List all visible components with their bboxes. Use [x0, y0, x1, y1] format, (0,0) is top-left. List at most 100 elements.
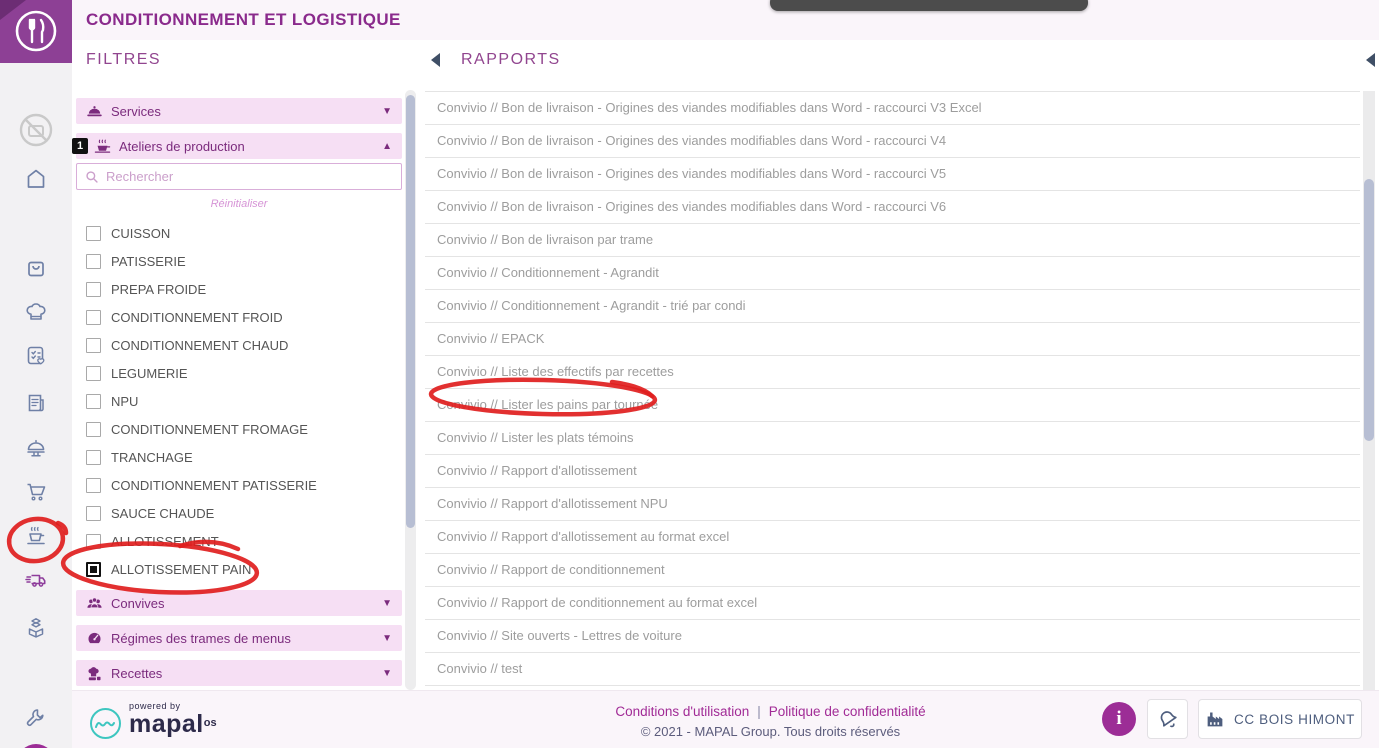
cloche-icon	[87, 105, 102, 116]
checkbox-label: LEGUMERIE	[111, 365, 188, 381]
checkbox-label: CONDITIONNEMENT FROMAGE	[111, 421, 308, 437]
checkbox-row[interactable]: PREPA FROIDE	[86, 275, 406, 303]
checkbox[interactable]	[86, 309, 101, 325]
hot-meal-icon[interactable]	[24, 524, 48, 548]
recipe-icon	[88, 666, 101, 680]
checkbox-row[interactable]: ALLOTISSEMENT	[86, 527, 406, 555]
report-item[interactable]: Convivio // Rapport de conditionnement a…	[425, 587, 1360, 620]
report-item[interactable]: Convivio // Bon de livraison - Origines …	[425, 158, 1360, 191]
package-icon[interactable]	[24, 616, 48, 640]
fork-knife-logo-icon	[15, 10, 57, 52]
checkbox[interactable]	[86, 393, 101, 409]
app-logo-icon[interactable]	[16, 743, 56, 748]
delivery-truck-icon[interactable]	[24, 568, 48, 592]
cloche-icon[interactable]	[24, 436, 48, 460]
reports-scrollbar-thumb[interactable]	[1364, 179, 1374, 441]
report-item[interactable]: Convivio // Bon de livraison - Origines …	[425, 125, 1360, 158]
report-item[interactable]: Convivio // Rapport d'allotissement	[425, 455, 1360, 488]
checkbox-label: CONDITIONNEMENT PATISSERIE	[111, 477, 317, 493]
copyright-text: © 2021 - MAPAL Group. Tous droits réserv…	[640, 724, 901, 739]
filter-group-recettes[interactable]: Recettes ▼	[76, 660, 402, 686]
filter-group-services[interactable]: Services ▼	[76, 98, 402, 124]
collapse-left-icon[interactable]	[431, 53, 440, 67]
app-logo[interactable]	[0, 0, 72, 63]
report-item[interactable]: Convivio // Rapport d'allotissement NPU	[425, 488, 1360, 521]
checkbox[interactable]	[86, 253, 101, 269]
checkbox-row[interactable]: CONDITIONNEMENT PATISSERIE	[86, 471, 406, 499]
notifications-button[interactable]	[1147, 699, 1188, 739]
chevron-down-icon: ▼	[382, 667, 392, 679]
checkbox-label: PATISSERIE	[111, 253, 186, 269]
privacy-link[interactable]: Politique de confidentialité	[769, 704, 926, 719]
report-item[interactable]: Convivio // Site ouverts - Lettres de vo…	[425, 620, 1360, 653]
cart-icon[interactable]	[24, 480, 48, 504]
report-list: Convivio // Bon de livraison - Origines …	[425, 91, 1360, 686]
checkbox[interactable]	[86, 449, 101, 465]
mapal-brand: mapal	[129, 710, 204, 738]
checkbox[interactable]	[86, 225, 101, 241]
reset-filters-link[interactable]: Réinitialiser	[72, 198, 406, 210]
report-item-lister-pains[interactable]: Convivio // Lister les pains par tournée	[425, 389, 1360, 422]
report-item[interactable]: Convivio // Rapport de conditionnement	[425, 554, 1360, 587]
filters-scrollbar[interactable]	[405, 90, 416, 690]
checkbox[interactable]	[86, 281, 101, 297]
link-separator: |	[757, 704, 761, 719]
people-icon	[87, 596, 102, 608]
checkbox[interactable]	[86, 533, 101, 549]
report-item[interactable]: Convivio // Conditionnement - Agrandit	[425, 257, 1360, 290]
menu-checklist-icon[interactable]	[24, 344, 48, 368]
wrench-icon[interactable]	[24, 706, 48, 730]
report-item[interactable]: Convivio // Liste des effectifs par rece…	[425, 356, 1360, 389]
no-camera-icon[interactable]	[16, 110, 56, 150]
report-item[interactable]: Convivio // Rapport d'allotissement au f…	[425, 521, 1360, 554]
hot-dish-icon	[94, 139, 111, 153]
home-icon[interactable]	[24, 167, 48, 191]
filter-group-convives[interactable]: Convives ▼	[76, 590, 402, 616]
checkbox-row[interactable]: CONDITIONNEMENT FROMAGE	[86, 415, 406, 443]
checkbox[interactable]	[86, 505, 101, 521]
reports-scrollbar[interactable]	[1363, 91, 1375, 690]
report-item[interactable]: Convivio // Bon de livraison - Origines …	[425, 92, 1360, 125]
checkbox[interactable]	[86, 477, 101, 493]
checkbox-row[interactable]: LEGUMERIE	[86, 359, 406, 387]
report-item[interactable]: Convivio // Bon de livraison par trame	[425, 224, 1360, 257]
report-item[interactable]: Convivio // Lister les plats témoins	[425, 422, 1360, 455]
invoice-icon[interactable]	[24, 391, 48, 415]
report-item[interactable]: Convivio // Conditionnement - Agrandit -…	[425, 290, 1360, 323]
filter-group-label: Convives	[111, 595, 165, 611]
checkbox-row[interactable]: PATISSERIE	[86, 247, 406, 275]
site-selector-button[interactable]: CC BOIS HIMONT	[1198, 699, 1362, 739]
atelier-search	[76, 163, 402, 190]
filter-group-ateliers[interactable]: 1 Ateliers de production ▲	[72, 133, 402, 159]
shopping-bag-icon[interactable]	[24, 256, 48, 280]
checkbox-row[interactable]: CONDITIONNEMENT CHAUD	[86, 331, 406, 359]
filters-scrollbar-thumb[interactable]	[406, 95, 415, 528]
checkbox-row[interactable]: TRANCHAGE	[86, 443, 406, 471]
report-item[interactable]: Convivio // EPACK	[425, 323, 1360, 356]
filter-group-regimes[interactable]: Régimes des trames de menus ▼	[76, 625, 402, 651]
sidebar-nav	[0, 40, 72, 748]
chef-hat-icon[interactable]	[24, 300, 48, 324]
filter-count-badge: 1	[72, 138, 88, 154]
checkbox-row[interactable]: NPU	[86, 387, 406, 415]
info-button[interactable]: i	[1102, 702, 1136, 736]
search-icon	[86, 170, 98, 183]
checkbox[interactable]	[86, 421, 101, 437]
checkbox-label: TRANCHAGE	[111, 449, 193, 465]
checkbox-checked[interactable]	[86, 561, 101, 577]
report-item[interactable]: Convivio // test	[425, 653, 1360, 686]
site-name: CC BOIS HIMONT	[1234, 711, 1355, 727]
search-input[interactable]	[106, 169, 393, 184]
checkbox-row[interactable]: CONDITIONNEMENT FROID	[86, 303, 406, 331]
terms-link[interactable]: Conditions d'utilisation	[615, 704, 749, 719]
checkbox-row[interactable]: CUISSON	[86, 219, 406, 247]
checkbox-row[interactable]: SAUCE CHAUDE	[86, 499, 406, 527]
checkbox[interactable]	[86, 337, 101, 353]
checkbox-row-allotissement-pain[interactable]: ALLOTISSEMENT PAIN	[86, 555, 406, 583]
collapse-right-icon[interactable]	[1366, 53, 1375, 67]
checkbox[interactable]	[86, 365, 101, 381]
report-item[interactable]: Convivio // Bon de livraison - Origines …	[425, 191, 1360, 224]
filter-group-label: Recettes	[111, 665, 163, 681]
chevron-down-icon: ▼	[382, 597, 392, 609]
footer-legal: Conditions d'utilisation | Politique de co…	[615, 704, 925, 739]
